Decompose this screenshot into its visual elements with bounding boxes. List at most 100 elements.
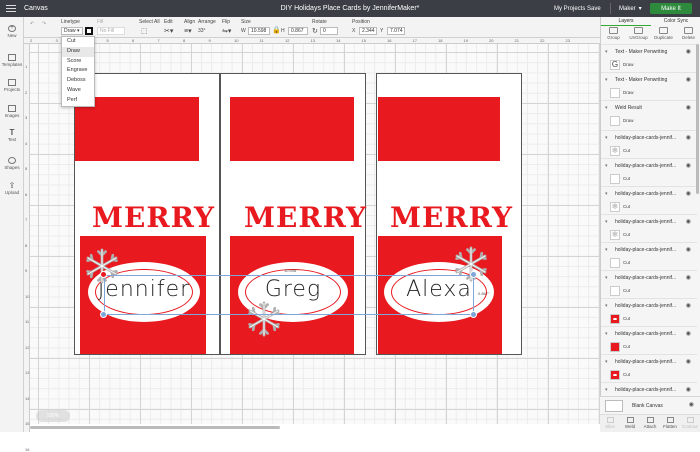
eye-icon[interactable]: ◉ (686, 73, 691, 87)
weld-button[interactable]: Weld (620, 415, 640, 432)
lock-handle[interactable] (100, 311, 107, 318)
collapse-icon[interactable]: ▾ (605, 355, 608, 369)
duplicate-button[interactable]: Duplicate (651, 27, 676, 40)
linetype-option[interactable]: Draw (62, 46, 94, 57)
eye-icon[interactable]: ◉ (686, 215, 691, 229)
width-input[interactable]: 10.598 (248, 27, 270, 35)
layer-item[interactable]: ❄ Cut (601, 200, 697, 214)
undo-icon[interactable]: ↶ (30, 21, 34, 27)
merry-text[interactable]: MERRY (92, 204, 215, 232)
make-it-button[interactable]: Make It (650, 3, 692, 14)
card-top-flap[interactable] (230, 97, 354, 161)
layer-group-header[interactable]: ▾ holiday-place-cards-jennif... ◉ (601, 214, 697, 228)
redo-icon[interactable]: ↷ (42, 21, 46, 27)
pen-color-swatch[interactable] (85, 27, 93, 35)
slice-button[interactable]: Slice (600, 415, 620, 432)
collapse-icon[interactable]: ▾ (605, 73, 608, 87)
sidebar-item-upload[interactable]: ⇪ Upload (0, 182, 24, 196)
layer-group-header[interactable]: ▾ holiday-place-cards-jennif... ◉ (601, 130, 697, 144)
group-button[interactable]: Group (601, 27, 626, 40)
eye-icon[interactable]: ◉ (686, 299, 691, 313)
eye-icon[interactable]: ◉ (686, 355, 691, 369)
zoom-control[interactable]: 100% (36, 410, 70, 422)
linetype-option[interactable]: Perf (62, 96, 94, 106)
save-link[interactable]: Save (587, 6, 601, 12)
collapse-icon[interactable]: ▾ (605, 131, 608, 145)
menu-icon[interactable] (6, 5, 16, 12)
selection-box[interactable] (104, 275, 474, 315)
my-projects-link[interactable]: My Projects (554, 6, 585, 12)
layer-group-header[interactable]: ▾ holiday-place-cards-jennif... ◉ (601, 270, 697, 284)
layer-group-header[interactable]: ▾ holiday-place-cards-jennif... ◉ (601, 186, 697, 200)
collapse-icon[interactable]: ▾ (605, 159, 608, 173)
attach-button[interactable]: Attach (640, 415, 660, 432)
linetype-option[interactable]: Engrave (62, 66, 94, 76)
rotate-input[interactable]: 0 (320, 27, 338, 35)
sidebar-item-templates[interactable]: Templates (0, 54, 24, 67)
layer-item[interactable]: ❄ Cut (601, 228, 697, 242)
ungroup-button[interactable]: UnGroup (626, 27, 651, 40)
collapse-icon[interactable]: ▾ (605, 271, 608, 285)
linetype-option[interactable]: Deboss (62, 76, 94, 86)
collapse-icon[interactable]: ▾ (605, 101, 608, 115)
collapse-icon[interactable]: ▾ (605, 215, 608, 229)
eye-icon[interactable]: ◉ (686, 131, 691, 145)
sidebar-item-projects[interactable]: Projects (0, 79, 24, 92)
eye-icon[interactable]: ◉ (686, 327, 691, 341)
arrange-select[interactable]: 33° (198, 28, 206, 34)
eye-icon[interactable]: ◉ (686, 159, 691, 173)
linetype-option[interactable]: Cut (62, 37, 94, 47)
layer-group-header[interactable]: ▾ holiday-place-cards-jennif... ◉ (601, 354, 697, 368)
collapse-icon[interactable]: ▾ (605, 187, 608, 201)
collapse-icon[interactable]: ▾ (605, 299, 608, 313)
sidebar-item-text[interactable]: T Text (0, 129, 24, 143)
eye-icon[interactable]: ◉ (686, 271, 691, 285)
layer-group-header[interactable]: ▾ holiday-place-cards-jennif... ◉ (601, 382, 697, 396)
collapse-icon[interactable]: ▾ (605, 243, 608, 257)
layer-group-header[interactable]: ▾ holiday-place-cards-jennif... ◉ (601, 242, 697, 256)
layer-item[interactable]: Draw (601, 114, 697, 128)
canvas-color-swatch[interactable] (605, 400, 623, 412)
rotate-handle[interactable] (470, 271, 477, 278)
pos-x-input[interactable]: 2.344 (359, 27, 377, 35)
fill-select[interactable]: No Fill (97, 27, 125, 35)
linetype-select[interactable]: Draw ▾ (61, 27, 83, 35)
layer-item[interactable]: G Draw (601, 58, 697, 72)
layer-group-header[interactable]: ▾ holiday-place-cards-jennif... ◉ (601, 158, 697, 172)
blank-canvas-row[interactable]: Blank Canvas ◉ (600, 396, 700, 414)
collapse-icon[interactable]: ▾ (605, 383, 608, 396)
layer-item[interactable]: Cut (601, 256, 697, 270)
eye-icon[interactable]: ◉ (686, 383, 691, 396)
select-all-icon[interactable]: ⬚ (141, 27, 148, 35)
lock-icon[interactable]: 🔒 (272, 26, 281, 34)
card-top-flap[interactable] (378, 97, 500, 161)
layer-group-header[interactable]: ▾ holiday-place-cards-jennif... ◉ (601, 298, 697, 312)
eye-icon[interactable]: ◉ (686, 187, 691, 201)
merry-text[interactable]: MERRY (390, 204, 513, 232)
layers-scrollbar[interactable] (696, 44, 699, 194)
sidebar-item-images[interactable]: Images (0, 105, 24, 118)
layer-item[interactable]: Cut (601, 172, 697, 186)
layer-item[interactable]: Cut (601, 368, 697, 382)
delete-handle[interactable] (100, 271, 107, 278)
merry-text[interactable]: MERRY (244, 204, 367, 232)
flatten-button[interactable]: Flatten (660, 415, 680, 432)
collapse-icon[interactable]: ▾ (605, 327, 608, 341)
delete-button[interactable]: Delete (676, 27, 700, 40)
layer-group-header[interactable]: ▾ Text - Maker Penwriting ◉ (601, 72, 697, 86)
eye-icon[interactable]: ◉ (686, 243, 691, 257)
eye-icon[interactable]: ◉ (686, 45, 691, 59)
layer-item[interactable]: Draw (601, 86, 697, 100)
resize-handle[interactable] (470, 311, 477, 318)
height-input[interactable]: 0.867 (288, 27, 308, 35)
layer-group-header[interactable]: ▾ holiday-place-cards-jennif... ◉ (601, 326, 697, 340)
flip-icon[interactable]: ⇋▾ (222, 27, 231, 35)
tab-color-sync[interactable]: Color Sync (651, 17, 700, 26)
layer-item[interactable]: ❄ Cut (601, 144, 697, 158)
align-icon[interactable]: ≡▾ (184, 27, 192, 35)
layer-item[interactable]: Cut (601, 312, 697, 326)
sidebar-item-new[interactable]: + New (0, 25, 24, 38)
contour-button[interactable]: Contour (680, 415, 700, 432)
edit-icon[interactable]: ✂▾ (164, 27, 173, 35)
sidebar-item-shapes[interactable]: Shapes (0, 157, 24, 170)
